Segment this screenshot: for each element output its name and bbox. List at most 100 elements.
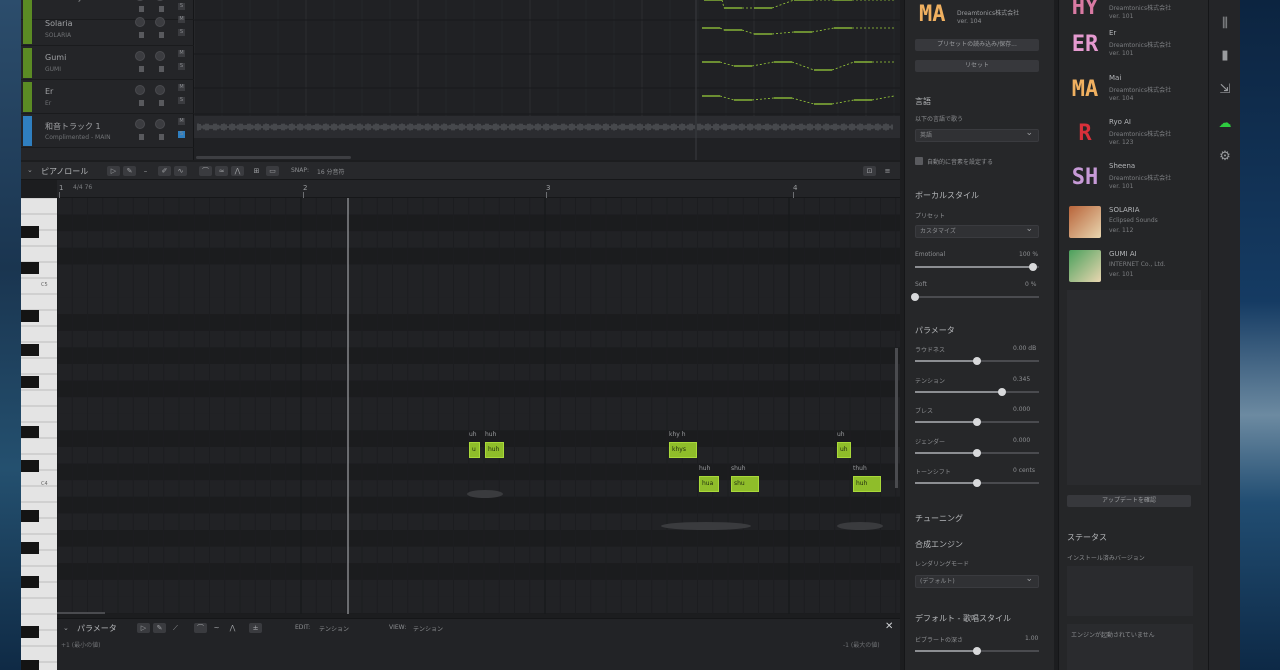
slider-thumb[interactable]	[973, 479, 981, 487]
zoom-icon[interactable]: ⊡	[863, 166, 876, 176]
reset-button[interactable]: リセット	[915, 60, 1039, 72]
volume-knob[interactable]	[135, 119, 145, 129]
voice-company: Dreamtonics株式会社	[957, 10, 1020, 17]
piano-keyboard[interactable]: C5 C4	[21, 197, 57, 670]
solo-button[interactable]: S	[178, 3, 185, 10]
volume-knob[interactable]	[135, 0, 145, 1]
note-block[interactable]: u	[469, 442, 480, 458]
display-tool-icon[interactable]: ▭	[266, 166, 279, 176]
note-grid[interactable]: uh u huh huh khy h khys huh hua shuh shu uh uh thuh h…	[57, 198, 900, 614]
pen-tool-icon[interactable]: ✎	[153, 623, 166, 633]
peak-tool-icon[interactable]: ⋀	[226, 623, 239, 633]
select-tool-icon[interactable]: ▷	[107, 166, 120, 176]
pen-tool-icon[interactable]: ✎	[123, 166, 136, 176]
collapse-chevron-icon[interactable]: ⌄	[27, 166, 33, 174]
voice-item[interactable]: R Ryo AI Dreamtonics株式会社 ver. 123	[1067, 114, 1201, 156]
track-row[interactable]: Gumi GUMI M S	[21, 46, 194, 80]
gear-icon[interactable]: ⚙	[1217, 149, 1233, 165]
pan-knob[interactable]	[155, 85, 165, 95]
track-row[interactable]: Er Er M S	[21, 80, 194, 114]
plus-minus-icon[interactable]: ±	[249, 623, 262, 633]
solo-button[interactable]: S	[178, 97, 185, 104]
pan-knob[interactable]	[155, 0, 165, 1]
param-slider[interactable]	[915, 387, 1039, 396]
render-mode-label: レンダリングモード	[915, 561, 970, 568]
pan-knob[interactable]	[155, 17, 165, 27]
mute-button[interactable]: M	[178, 84, 185, 91]
level-meter	[139, 134, 144, 140]
note-block[interactable]: huh	[485, 442, 504, 458]
curve-tool-icon[interactable]: ⌒	[194, 623, 207, 633]
grid-icon[interactable]: ⊞	[250, 166, 263, 176]
track-row[interactable]: 和音トラック 1 Complimented - MAIN M S	[21, 114, 194, 148]
select-tool-icon[interactable]: ▷	[137, 623, 150, 633]
volume-knob[interactable]	[135, 85, 145, 95]
param-slider[interactable]	[915, 448, 1039, 457]
library-icon[interactable]: ⫼	[1217, 16, 1233, 32]
menu-icon[interactable]: ≡	[881, 166, 894, 176]
solo-button[interactable]: S	[178, 63, 185, 70]
volume-knob[interactable]	[135, 17, 145, 27]
desktop-background-left	[0, 0, 21, 670]
param-value: 0.345	[1013, 375, 1031, 383]
voice-store-icon[interactable]: ☁	[1217, 116, 1233, 132]
mute-button[interactable]: M	[178, 16, 185, 23]
note-block[interactable]: shu	[731, 476, 759, 492]
voice-item[interactable]: MA Mai Dreamtonics株式会社 ver. 104	[1067, 70, 1201, 112]
envelope-tool-icon[interactable]: ⋀	[231, 166, 244, 176]
black-key	[21, 310, 39, 322]
line-tool-icon[interactable]: ⟋	[169, 623, 182, 633]
smooth-tool-icon[interactable]: ~	[210, 623, 223, 633]
voice-item[interactable]: ER Er Dreamtonics株式会社 ver. 101	[1067, 25, 1201, 67]
vibrato-depth-slider[interactable]	[915, 647, 1039, 655]
soft-slider[interactable]	[911, 293, 1039, 301]
param-slider[interactable]	[915, 418, 1039, 426]
pan-knob[interactable]	[155, 51, 165, 61]
curve-tool-icon[interactable]: ⌒	[199, 166, 212, 176]
close-icon[interactable]: ✕	[885, 621, 893, 632]
note-block[interactable]: khys	[669, 442, 697, 458]
bookmark-icon[interactable]: ▮	[1217, 48, 1233, 64]
grid-scrollbar[interactable]	[57, 612, 105, 614]
view-parameter-dropdown[interactable]: テンション	[413, 624, 443, 633]
arrangement-view[interactable]	[194, 0, 900, 160]
edit-parameter-dropdown[interactable]: テンション	[319, 624, 349, 633]
collapse-chevron-icon[interactable]: ⌄	[63, 624, 69, 632]
pitch-transition	[751, 97, 775, 101]
render-mode-dropdown[interactable]: (デフォルト)	[915, 574, 1039, 588]
voice-item[interactable]: GUMI AI INTERNET Co., Ltd. ver. 101	[1067, 246, 1201, 288]
preset-load-save-button[interactable]: プリセットの読み込み/保存...	[915, 39, 1039, 51]
pan-knob[interactable]	[155, 119, 165, 129]
note-block[interactable]: uh	[837, 442, 851, 458]
slider-thumb[interactable]	[973, 448, 981, 457]
voice-item[interactable]: SOLARIA Eclipsed Sounds ver. 112	[1067, 202, 1201, 244]
language-dropdown[interactable]: 英語	[915, 128, 1039, 142]
wave-tool-icon[interactable]: ≈	[215, 166, 228, 176]
export-icon[interactable]: ⇲	[1217, 82, 1233, 98]
mute-button[interactable]: M	[178, 118, 185, 125]
voice-item[interactable]: SH Sheena Dreamtonics株式会社 ver. 101	[1067, 158, 1201, 200]
pitch-pen-icon[interactable]: ✐	[158, 166, 171, 176]
note-block[interactable]: hua	[699, 476, 719, 492]
slider-thumb[interactable]	[997, 387, 1006, 396]
volume-knob[interactable]	[135, 51, 145, 61]
emotional-slider[interactable]	[915, 263, 1039, 271]
param-slider[interactable]	[915, 357, 1039, 365]
param-slider[interactable]	[915, 479, 1039, 487]
solo-button[interactable]: S	[178, 29, 185, 36]
auto-phoneme-checkbox[interactable]	[915, 157, 923, 165]
vibrato-tool-icon[interactable]: ∿	[174, 166, 187, 176]
slider-thumb[interactable]	[973, 418, 981, 426]
tuning-section-title[interactable]: チューニング	[915, 513, 963, 524]
snap-dropdown[interactable]: 16 分音符	[317, 167, 345, 176]
check-update-button[interactable]: アップデートを確認	[1067, 495, 1191, 507]
timeline-ruler[interactable]: 1 4/4 76 2 3 4	[57, 180, 900, 198]
track-row[interactable]: Solaria SOLARIA M S	[21, 12, 194, 46]
note-block[interactable]: huh	[853, 476, 881, 492]
solo-button[interactable]: S	[178, 131, 185, 138]
mute-button[interactable]: M	[178, 50, 185, 57]
preset-dropdown[interactable]: カスタマイズ	[915, 224, 1039, 238]
slider-thumb[interactable]	[973, 357, 981, 365]
grid-vscrollbar[interactable]	[895, 348, 898, 488]
arrangement-scrollbar[interactable]	[196, 156, 351, 159]
